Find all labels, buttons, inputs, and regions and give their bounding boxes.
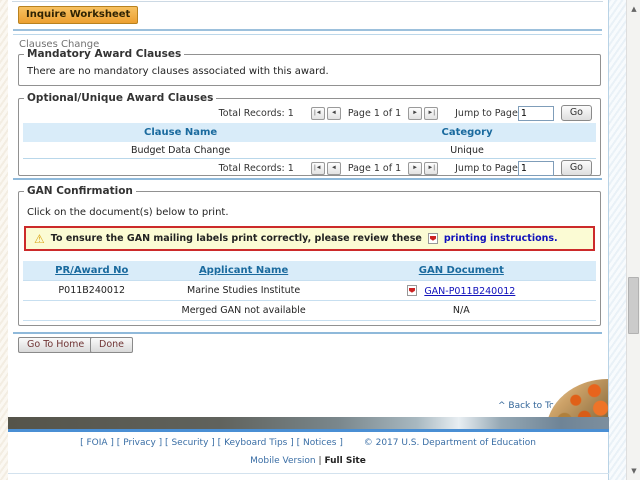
applicant-name-header[interactable]: Applicant Name [161, 265, 327, 276]
mandatory-clauses-legend: Mandatory Award Clauses [24, 48, 184, 60]
bracket: [ [297, 438, 301, 448]
left-gutter-stripes [0, 0, 8, 480]
prev-page-icon[interactable]: ◄ [327, 162, 341, 175]
pr-award-no-header[interactable]: PR/Award No [23, 265, 161, 276]
pdf-icon [407, 285, 417, 296]
section-divider [13, 332, 602, 334]
pagination-top: Total Records: 1 |◄ ◄ Page 1 of 1 ► ►| J… [19, 104, 600, 122]
gan-table: PR/Award No Applicant Name GAN Document … [23, 261, 596, 321]
bracket: ] [211, 438, 215, 448]
bracket: [ [80, 438, 84, 448]
section-divider [13, 178, 602, 180]
scrollbar-thumb[interactable] [628, 277, 639, 334]
bracket: [ [218, 438, 222, 448]
page-indicator: Page 1 of 1 [348, 108, 401, 119]
footer-link-privacy[interactable]: Privacy [123, 438, 156, 448]
clauses-table: Clause Name Category Budget Data Change … [23, 123, 596, 159]
scroll-up-icon[interactable]: ▲ [627, 2, 640, 16]
last-page-icon[interactable]: ►| [424, 107, 438, 120]
applicant-name-cell: Marine Studies Institute [161, 285, 327, 296]
next-page-icon[interactable]: ► [408, 107, 422, 120]
warning-text: To ensure the GAN mailing labels print c… [51, 233, 422, 244]
mandatory-clauses-message: There are no mandatory clauses associate… [19, 60, 600, 77]
clause-name-cell: Budget Data Change [23, 145, 338, 156]
next-page-icon[interactable]: ► [408, 162, 422, 175]
warning-banner: ⚠ To ensure the GAN mailing labels print… [24, 226, 595, 251]
jump-to-page-label: Jump to Page [455, 163, 518, 174]
table-row: Merged GAN not available N/A [23, 301, 596, 321]
header-divider-1 [13, 29, 602, 31]
table-row: Budget Data Change Unique [23, 142, 596, 159]
first-page-icon[interactable]: |◄ [311, 162, 325, 175]
footer-link-security[interactable]: Security [171, 438, 208, 448]
done-button[interactable]: Done [90, 337, 133, 353]
go-button[interactable]: Go [561, 160, 592, 176]
header-divider-2 [13, 34, 602, 35]
inquire-worksheet-button[interactable]: Inquire Worksheet [18, 6, 138, 24]
bracket: [ [117, 438, 121, 448]
prev-page-icon[interactable]: ◄ [327, 107, 341, 120]
page-viewport: Inquire Worksheet Clauses Change Mandato… [0, 0, 640, 480]
printing-instructions-link[interactable]: printing instructions. [444, 233, 558, 244]
right-gutter-stripes [609, 0, 626, 480]
mandatory-clauses-fieldset: Mandatory Award Clauses There are no man… [18, 48, 601, 86]
footer-mobile-row: Mobile Version | Full Site [8, 456, 608, 466]
footer-links-row: [ FOIA ] [ Privacy ] [ Security ] [ Keyb… [8, 438, 608, 448]
footer-link-foia[interactable]: FOIA [86, 438, 107, 448]
merged-gan-cell: Merged GAN not available [161, 305, 327, 316]
total-records-label: Total Records: 1 [219, 163, 294, 174]
pagination-bottom: Total Records: 1 |◄ ◄ Page 1 of 1 ► ►| J… [19, 159, 600, 177]
bottom-divider [8, 473, 609, 474]
main-content: Inquire Worksheet Clauses Change Mandato… [8, 0, 609, 480]
last-page-icon[interactable]: ►| [424, 162, 438, 175]
go-button[interactable]: Go [561, 105, 592, 121]
vertical-scrollbar[interactable]: ▲ ▼ [626, 0, 640, 480]
page-indicator: Page 1 of 1 [348, 163, 401, 174]
copyright-text: © 2017 U.S. Department of Education [364, 438, 536, 448]
gan-document-cell: GAN-P011B240012 [327, 285, 596, 297]
bracket: ] [110, 438, 114, 448]
gan-table-header: PR/Award No Applicant Name GAN Document [23, 261, 596, 281]
optional-clauses-legend: Optional/Unique Award Clauses [24, 92, 216, 104]
jump-to-page-label: Jump to Page [455, 108, 518, 119]
footer-link-keyboard-tips[interactable]: Keyboard Tips [224, 438, 287, 448]
pdf-icon [428, 233, 438, 244]
mobile-version-link[interactable]: Mobile Version [250, 456, 315, 466]
footer-separator: | [319, 456, 322, 466]
warning-icon: ⚠ [34, 233, 45, 245]
top-divider [12, 1, 603, 2]
table-row: P011B240012 Marine Studies Institute GAN… [23, 281, 596, 301]
bracket: ] [159, 438, 163, 448]
scroll-down-icon[interactable]: ▼ [627, 464, 640, 478]
gan-confirmation-fieldset: GAN Confirmation Click on the document(s… [18, 185, 601, 326]
total-records-label: Total Records: 1 [219, 108, 294, 119]
pr-award-no-cell: P011B240012 [23, 285, 161, 296]
clause-name-header: Clause Name [23, 127, 338, 138]
bracket: ] [339, 438, 343, 448]
gan-document-header[interactable]: GAN Document [327, 265, 596, 276]
footer-blue-line [8, 429, 609, 432]
gan-document-link[interactable]: GAN-P011B240012 [424, 286, 515, 297]
go-to-home-button[interactable]: Go To Home [18, 337, 93, 353]
optional-clauses-fieldset: Optional/Unique Award Clauses Total Reco… [18, 92, 601, 176]
clauses-table-header: Clause Name Category [23, 123, 596, 142]
footer-link-notices[interactable]: Notices [303, 438, 336, 448]
gan-confirmation-legend: GAN Confirmation [24, 185, 136, 197]
category-header: Category [338, 127, 596, 138]
jump-to-page-input[interactable] [518, 106, 554, 121]
gan-document-cell: N/A [327, 305, 596, 316]
first-page-icon[interactable]: |◄ [311, 107, 325, 120]
full-site-label: Full Site [324, 456, 365, 466]
category-cell: Unique [338, 145, 596, 156]
bracket: [ [165, 438, 169, 448]
jump-to-page-input[interactable] [518, 161, 554, 176]
print-instruction-text: Click on the document(s) below to print. [19, 197, 600, 218]
footer-gradient-band [8, 417, 609, 429]
bracket: ] [290, 438, 294, 448]
